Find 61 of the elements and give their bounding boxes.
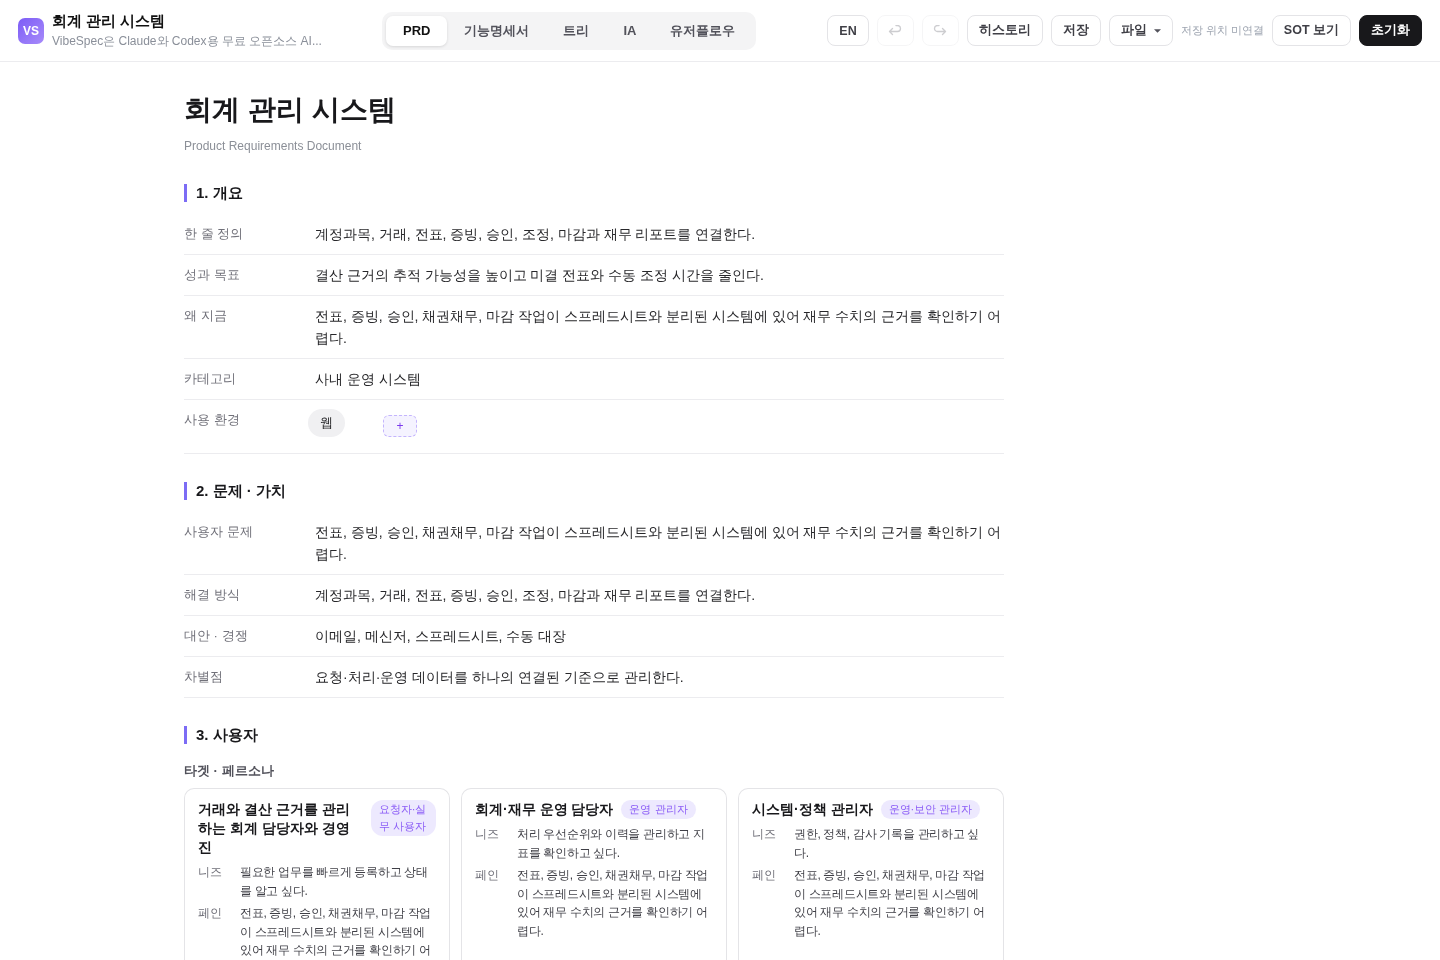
field-label: 사용 환경 [184, 411, 241, 429]
redo-icon [933, 25, 948, 36]
role-badge: 운영 관리자 [621, 800, 696, 819]
persona-name: 시스템·정책 관리자 [752, 800, 873, 819]
field-label: 차별점 [184, 668, 224, 686]
tab[interactable]: 기능명세서 [447, 15, 547, 46]
toolbar-button[interactable]: 저장 [1050, 15, 1101, 46]
field-value: 결산 근거의 추적 가능성을 높이고 미결 전표와 수동 조정 시간을 줄인다. [315, 266, 765, 285]
field-value: 계정과목, 거래, 전표, 증빙, 승인, 조정, 마감과 재무 리포트를 연결한다. [315, 586, 757, 605]
field-label: 성과 목표 [184, 266, 241, 284]
detail-text: 전표, 증빙, 승인, 채권채무, 마감 작업이 스프레드시트와 분리된 시스템에 있어 재무 수치의 근거를 확인하기 어렵다. [794, 867, 987, 940]
detail-label: 페인 [475, 867, 500, 884]
document-title: 회계 관리 시스템 [184, 93, 396, 127]
field-label: 한 줄 정의 [184, 225, 245, 243]
platform-tag: 웹 [308, 409, 345, 437]
detail-label: 니즈 [752, 826, 777, 843]
app-subtitle: VibeSpec은 Claude와 Codex용 무료 오픈소스 AI... [52, 33, 322, 49]
section-heading: 2. 문제 · 가치 [184, 482, 286, 500]
detail-label: 니즈 [198, 864, 223, 881]
app-title: 회계 관리 시스템 [52, 12, 167, 30]
menu-button[interactable]: 파일 [1108, 15, 1173, 46]
section-heading: 1. 개요 [184, 184, 243, 202]
detail-label: 페인 [752, 867, 777, 884]
field-value: 계정과목, 거래, 전표, 증빙, 승인, 조정, 마감과 재무 리포트를 연결한다. [315, 225, 757, 244]
detail-text: 전표, 증빙, 승인, 채권채무, 마감 작업이 스프레드시트와 분리된 시스템에 있어 재무 수치의 근거를 확인하기 어렵다. [517, 867, 710, 940]
tab[interactable]: PRD [386, 15, 448, 46]
toolbar-button[interactable]: SOT 보기 [1271, 15, 1351, 46]
persona-name: 회계·재무 운영 담당자 [475, 800, 614, 819]
detail-text: 처리 우선순위와 이력을 관리하고 지표를 확인하고 싶다. [517, 826, 706, 862]
tab[interactable]: 트리 [546, 15, 607, 46]
detail-text: 필요한 업무를 빠르게 등록하고 상태를 알고 싶다. [240, 864, 429, 900]
save-status-text: 저장 위치 미연결 [1180, 23, 1264, 38]
tab[interactable]: IA [606, 15, 654, 46]
role-badge: 운영·보안 관리자 [880, 800, 981, 819]
detail-label: 페인 [198, 905, 223, 922]
field-value: 이메일, 메신저, 스프레드시트, 수동 대장 [315, 627, 568, 646]
field-value: 전표, 증빙, 승인, 채권채무, 마감 작업이 스프레드시트와 분리된 시스템에 있어 재무 수치의 근거를 확인하기 어렵다. [315, 523, 1002, 564]
detail-text: 전표, 증빙, 승인, 채권채무, 마감 작업이 스프레드시트와 분리된 시스템에 있어 재무 수치의 근거를 확인하기 어 [240, 905, 433, 959]
field-label: 대안 · 경쟁 [184, 627, 249, 645]
field-label: 왜 지금 [184, 307, 228, 325]
detail-label: 니즈 [475, 826, 500, 843]
document-subtitle: Product Requirements Document [184, 138, 362, 155]
caret-icon [1153, 28, 1161, 33]
toolbar-button[interactable]: 히스토리 [966, 15, 1043, 46]
subsection-label: 타겟 · 페르소나 [184, 762, 274, 780]
persona-name: 거래와 결산 근거를 관리하는 회계 담당자와 경영진 [198, 800, 351, 857]
toolbar-button[interactable]: EN [827, 15, 869, 46]
app-logo: VS [18, 17, 44, 44]
primary-button[interactable]: 초기화 [1359, 15, 1422, 46]
section-heading: 3. 사용자 [184, 726, 258, 744]
detail-text: 권한, 정책, 감사 기록을 관리하고 싶다. [794, 826, 981, 862]
field-value: 전표, 증빙, 승인, 채권채무, 마감 작업이 스프레드시트와 분리된 시스템에 있어 재무 수치의 근거를 확인하기 어렵다. [315, 307, 1002, 348]
role-badge: 요청자·실무 사용자 [370, 800, 436, 836]
tab[interactable]: 유저플로우 [653, 15, 753, 46]
field-value: 요청·처리·운영 데이터를 하나의 연결된 기준으로 관리한다. [315, 668, 685, 687]
undo-icon [888, 25, 903, 36]
field-label: 카테고리 [184, 370, 237, 388]
field-label: 해결 방식 [184, 586, 241, 604]
field-value: 사내 운영 시스템 [315, 370, 422, 389]
field-label: 사용자 문제 [184, 523, 254, 541]
add-button[interactable]: + [383, 415, 417, 437]
